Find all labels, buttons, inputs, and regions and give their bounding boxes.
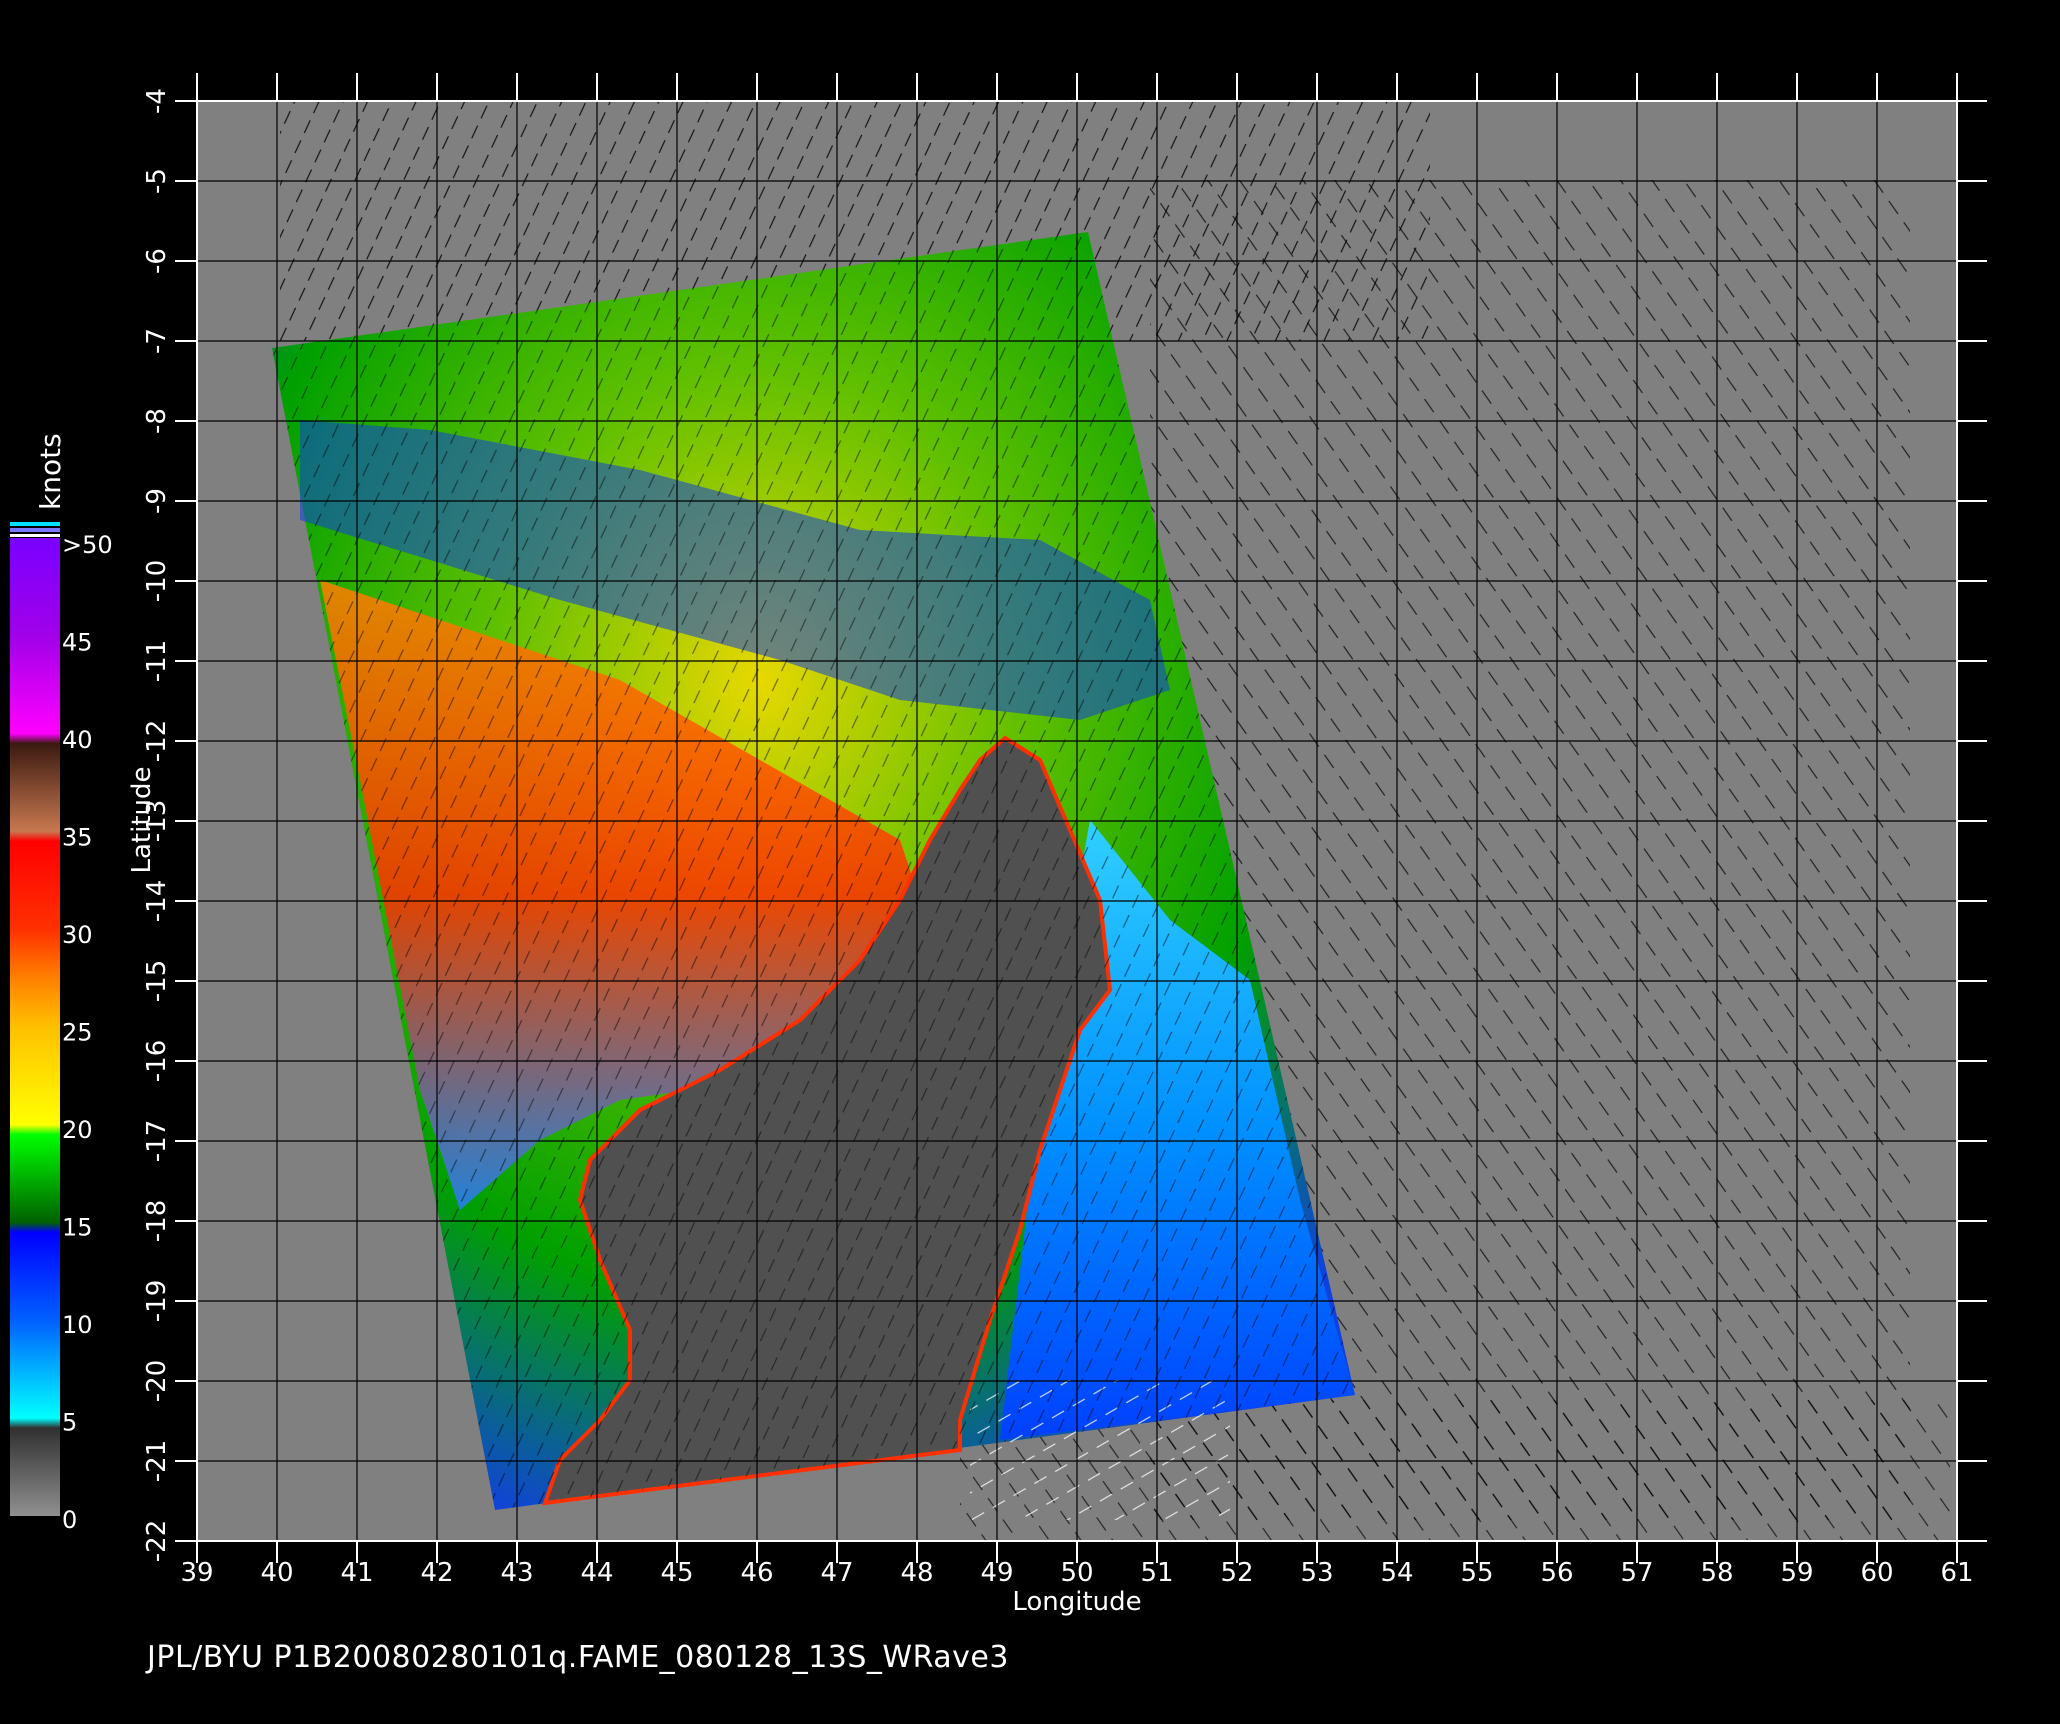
x-tick-label: 56 — [1540, 1558, 1573, 1588]
colorbar-label: 45 — [62, 629, 93, 657]
y-tick-label: -15 — [142, 960, 172, 1002]
colorbar-label: 5 — [62, 1409, 77, 1437]
y-tick-label: -8 — [142, 408, 172, 434]
x-tick-label: 55 — [1460, 1558, 1493, 1588]
y-tick-label: -21 — [142, 1440, 172, 1482]
y-tick-label: -4 — [142, 88, 172, 114]
colorbar-label: 0 — [62, 1506, 77, 1534]
colorbar-label: 35 — [62, 824, 93, 852]
x-tick-label: 54 — [1380, 1558, 1413, 1588]
y-tick-label: -7 — [142, 328, 172, 354]
colorbar-unit: knots — [34, 433, 67, 510]
wind-map-figure: 39 40 41 42 43 44 45 46 47 48 49 50 51 52 53 54 55 56 57 58… — [0, 0, 2060, 1720]
colorbar-label: 15 — [62, 1214, 93, 1242]
colorbar-label: 30 — [62, 921, 93, 949]
y-tick-label: -18 — [142, 1200, 172, 1242]
x-tick-label: 41 — [340, 1558, 373, 1588]
colorbar-label: 40 — [62, 726, 93, 754]
colorbar-top-marker — [10, 522, 60, 526]
colorbar-label: 10 — [62, 1311, 93, 1339]
x-tick-label: 52 — [1220, 1558, 1253, 1588]
colorbar-scale — [10, 538, 60, 1516]
y-tick-label: -11 — [142, 640, 172, 682]
colorbar-top-marker-2 — [10, 528, 60, 532]
y-tick-label: -5 — [142, 168, 172, 194]
colorbar-label: 20 — [62, 1116, 93, 1144]
y-tick-label: -16 — [142, 1040, 172, 1082]
x-tick-label: 61 — [1940, 1558, 1973, 1588]
x-tick-label: 47 — [820, 1558, 853, 1588]
x-tick-label: 46 — [740, 1558, 773, 1588]
colorbar-top-marker-3 — [10, 534, 60, 537]
colorbar-label: >50 — [62, 531, 113, 559]
colorbar-label: 25 — [62, 1019, 93, 1047]
x-tick-label: 39 — [180, 1558, 213, 1588]
x-tick-label: 50 — [1060, 1558, 1093, 1588]
x-tick-label: 42 — [420, 1558, 453, 1588]
y-tick-label: -22 — [142, 1520, 172, 1562]
x-tick-label: 44 — [580, 1558, 613, 1588]
colorbar: knots >50 45 40 35 30 25 20 15 10 5 0 — [10, 433, 113, 1534]
y-tick-label: -17 — [142, 1120, 172, 1162]
y-tick-label: -9 — [142, 488, 172, 514]
x-tick-label: 59 — [1780, 1558, 1813, 1588]
y-tick-label: -14 — [142, 880, 172, 922]
x-tick-label: 53 — [1300, 1558, 1333, 1588]
x-tick-label: 51 — [1140, 1558, 1173, 1588]
y-tick-label: -6 — [142, 248, 172, 274]
x-tick-label: 40 — [260, 1558, 293, 1588]
y-tick-label: -20 — [142, 1360, 172, 1402]
colorbar-labels: >50 45 40 35 30 25 20 15 10 5 0 — [62, 531, 113, 1534]
x-tick-label: 49 — [980, 1558, 1013, 1588]
y-tick-label: -19 — [142, 1280, 172, 1322]
x-tick-label: 48 — [900, 1558, 933, 1588]
x-tick-label: 43 — [500, 1558, 533, 1588]
y-axis-label: Latitude — [127, 766, 157, 873]
figure-caption: JPL/BYU P1B20080280101q.FAME_080128_13S_… — [147, 1640, 1009, 1675]
y-tick-label: -10 — [142, 560, 172, 602]
x-tick-label: 57 — [1620, 1558, 1653, 1588]
x-tick-label: 45 — [660, 1558, 693, 1588]
x-tick-label: 60 — [1860, 1558, 1893, 1588]
wind-map-svg: 39 40 41 42 43 44 45 46 47 48 49 50 51 52 53 54 55 56 57 58… — [10, 73, 1987, 1617]
x-tick-label: 58 — [1700, 1558, 1733, 1588]
x-axis-label: Longitude — [1012, 1587, 1141, 1617]
y-tick-label: -12 — [142, 720, 172, 762]
